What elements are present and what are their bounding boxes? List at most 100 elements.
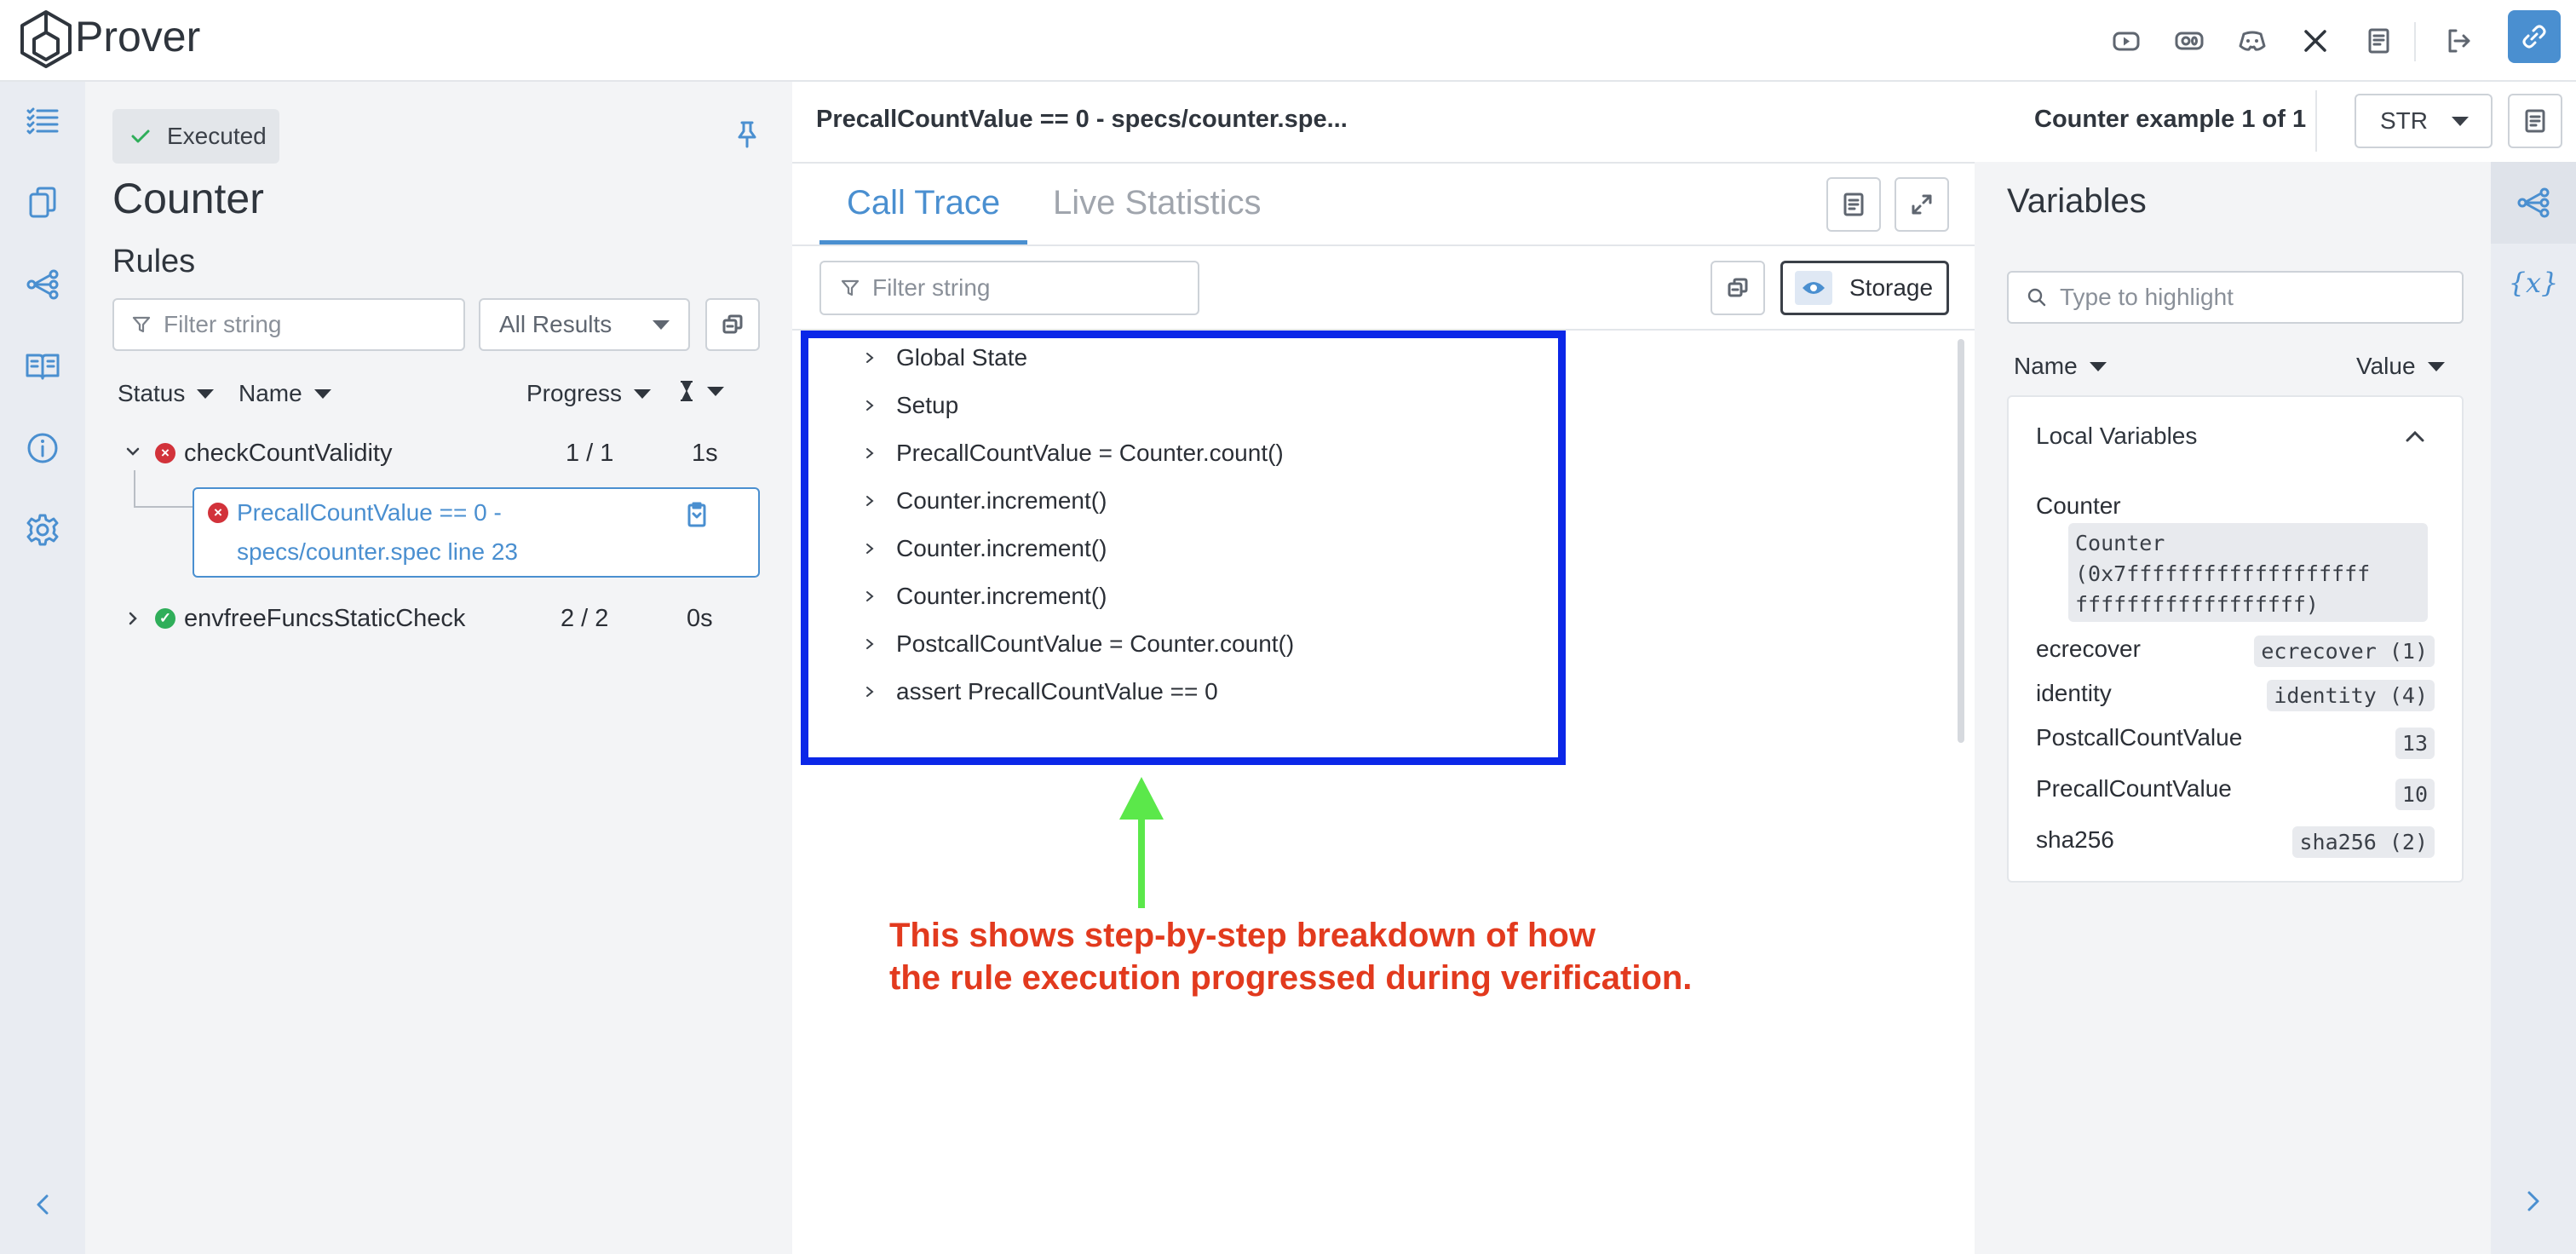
- storage-button-label: Storage: [1849, 274, 1934, 301]
- collapse-sidebar-button[interactable]: [19, 1181, 66, 1228]
- youtube-icon[interactable]: [2104, 19, 2148, 63]
- copy-icon: [1728, 278, 1748, 297]
- variable-name: ecrecover: [2036, 636, 2141, 662]
- annotation-highlight-box: [801, 331, 1566, 765]
- chevron-left-icon: [37, 1194, 49, 1215]
- tab-live-statistics[interactable]: Live Statistics: [1053, 184, 1262, 222]
- selected-rule-title: PrecallCountValue == 0 - specs/counter.s…: [816, 106, 1348, 133]
- divider: [792, 162, 1975, 164]
- variable-name: PrecallCountValue: [2036, 775, 2232, 802]
- docs-icon[interactable]: [19, 342, 66, 390]
- document-icon: [2525, 109, 2545, 133]
- results-select[interactable]: All Results: [479, 298, 690, 351]
- expand-panel-button[interactable]: [2510, 1177, 2557, 1225]
- chevron-down-icon: [2452, 116, 2469, 126]
- trace-scrollbar[interactable]: [1958, 339, 1964, 743]
- annotation-text-line2: the rule execution progressed during ver…: [889, 959, 1693, 997]
- divider: [792, 244, 1975, 246]
- var-value-column-label: Value: [2356, 353, 2416, 379]
- copy-icon: [722, 314, 743, 334]
- sort-icon: [2427, 361, 2445, 371]
- trace-filter-input[interactable]: Filter string: [819, 261, 1199, 315]
- time-column-header[interactable]: [678, 380, 724, 402]
- var-name-column-label: Name: [2014, 353, 2078, 379]
- progress-column-header[interactable]: Progress: [526, 380, 652, 407]
- report-button[interactable]: [2508, 94, 2562, 148]
- copy-to-clipboard-icon[interactable]: [683, 501, 710, 528]
- info-icon[interactable]: [19, 424, 66, 472]
- search-icon: [2027, 288, 2046, 307]
- var-name-column-header[interactable]: Name: [2014, 353, 2107, 380]
- pin-icon[interactable]: [734, 119, 760, 150]
- logout-icon[interactable]: [2436, 19, 2481, 63]
- sort-icon: [2089, 361, 2107, 371]
- files-icon[interactable]: [19, 179, 66, 227]
- collapse-all-button[interactable]: [1711, 261, 1765, 315]
- expand-rule-chevron-icon[interactable]: [124, 610, 141, 627]
- hourglass-icon: [681, 381, 693, 401]
- filter-icon: [132, 316, 151, 333]
- name-column-label: Name: [239, 380, 302, 406]
- rule-progress: 2 / 2: [561, 605, 609, 632]
- variable-search-placeholder: Type to highlight: [2060, 284, 2234, 310]
- contract-title: Counter: [112, 175, 264, 222]
- header-divider: [2414, 22, 2416, 61]
- tab-call-trace[interactable]: Call Trace: [847, 184, 1000, 222]
- var-value-column-header[interactable]: Value: [2356, 353, 2445, 380]
- rule-filter-input[interactable]: Filter string: [112, 298, 465, 351]
- discord-icon[interactable]: [2230, 19, 2274, 63]
- storage-toggle-button[interactable]: Storage: [1780, 261, 1949, 315]
- collapse-rule-chevron-icon[interactable]: [124, 443, 141, 460]
- sort-icon: [634, 388, 652, 399]
- copy-button[interactable]: [705, 298, 760, 351]
- export-button[interactable]: [1826, 177, 1881, 232]
- variables-icon[interactable]: {x}: [2509, 259, 2559, 307]
- results-select-value: All Results: [499, 311, 612, 337]
- left-nav-rail: [0, 82, 85, 1254]
- str-select[interactable]: STR: [2355, 94, 2493, 148]
- rule-name[interactable]: envfreeFuncsStaticCheck: [184, 605, 465, 633]
- collapse-section-chevron-icon[interactable]: [2402, 424, 2428, 450]
- x-icon[interactable]: [2293, 19, 2337, 63]
- variable-highlight-input[interactable]: Type to highlight: [2007, 271, 2464, 324]
- status-badge-label: Executed: [167, 123, 267, 149]
- passed-status-icon: ✓: [155, 608, 175, 629]
- book-icon[interactable]: [2356, 19, 2401, 63]
- chevron-right-icon: [2527, 1191, 2539, 1211]
- local-variables-header[interactable]: Local Variables: [2036, 423, 2197, 450]
- variables-title: Variables: [2007, 182, 2147, 220]
- name-column-header[interactable]: Name: [239, 380, 331, 407]
- variable-value: Counter (0x7fffffffffffffffffff ffffffff…: [2068, 523, 2428, 622]
- call-graph-icon[interactable]: [2510, 179, 2557, 227]
- rules-list-icon[interactable]: [19, 97, 66, 145]
- annotation-text-line1: This shows step-by-step breakdown of how: [889, 917, 1596, 954]
- trace-filter-placeholder: Filter string: [872, 274, 991, 301]
- rule-time: 0s: [687, 605, 713, 632]
- rule-name[interactable]: checkCountValidity: [184, 440, 392, 468]
- variable-value: sha256 (2): [2292, 826, 2435, 858]
- medium-icon[interactable]: [2167, 19, 2211, 63]
- call-graph-icon[interactable]: [19, 261, 66, 308]
- str-select-value: STR: [2380, 107, 2428, 134]
- annotation-arrow-icon: [1107, 775, 1176, 912]
- right-nav-rail: [2491, 162, 2576, 1254]
- failed-status-icon: ×: [155, 443, 175, 463]
- assert-item-text: PrecallCountValue == 0 -: [237, 499, 502, 526]
- check-icon: [131, 129, 150, 143]
- fullscreen-button[interactable]: [1895, 177, 1949, 232]
- sort-icon: [707, 386, 724, 396]
- status-column-header[interactable]: Status: [118, 380, 215, 407]
- share-link-button[interactable]: [2508, 10, 2561, 63]
- document-icon: [1843, 193, 1864, 216]
- variable-value: identity (4): [2267, 680, 2435, 711]
- settings-icon[interactable]: [19, 506, 66, 554]
- sort-icon: [197, 388, 215, 399]
- variable-value: 13: [2395, 728, 2435, 759]
- variable-name: identity: [2036, 680, 2112, 706]
- toolbar-divider: [2315, 90, 2317, 152]
- tree-line: [134, 506, 193, 508]
- rule-time: 1s: [692, 440, 718, 467]
- eye-icon: [1795, 271, 1832, 305]
- prover-logo-icon[interactable]: [19, 9, 73, 68]
- counter-example-label: Counter example 1 of 1: [2034, 106, 2307, 133]
